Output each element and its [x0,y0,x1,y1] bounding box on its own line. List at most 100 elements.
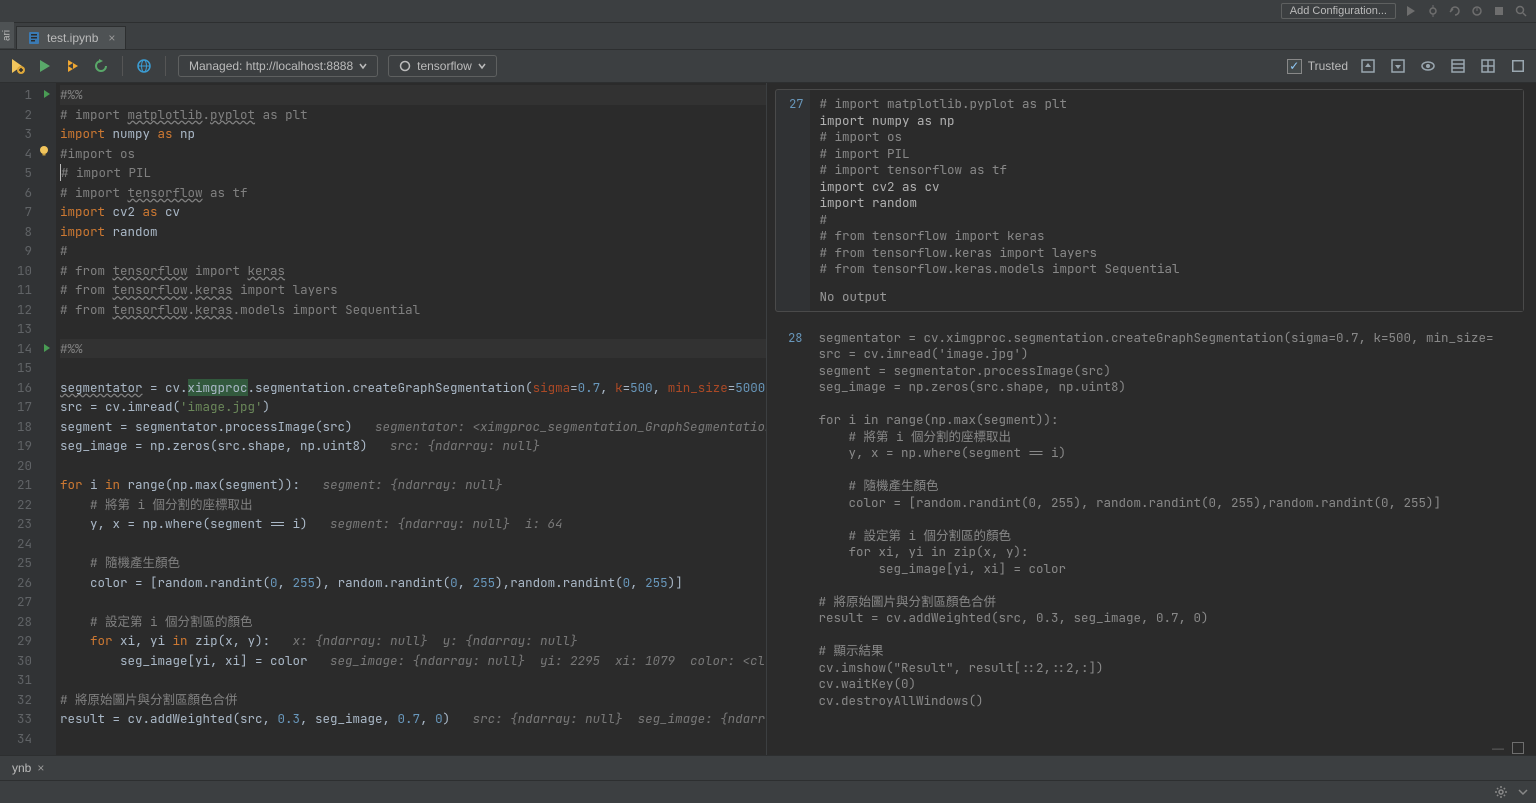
code-line[interactable]: # 將第 i 個分割的座標取出 [60,495,766,515]
code-line[interactable]: import random [60,222,766,242]
line-number[interactable]: 31 [0,670,56,690]
code-line[interactable]: y, x = np.where(segment == i) segment: {… [60,514,766,534]
chevron-down-icon[interactable] [1518,787,1528,797]
preview-toggle-button[interactable] [1418,56,1438,76]
line-number[interactable]: 9 [0,241,56,261]
stop-icon[interactable] [1492,4,1506,18]
line-number[interactable]: 5 [0,163,56,183]
line-number[interactable]: 16 [0,378,56,398]
line-number[interactable]: 6 [0,183,56,203]
left-stripe-tab[interactable]: ari [0,22,14,48]
editor-pane[interactable]: 1234567891011121314151617181920212223242… [0,83,767,755]
restart-kernel-button[interactable] [92,57,110,75]
preview-scroll[interactable]: 27# import matplotlib.pyplot as plt impo… [767,83,1533,741]
line-number[interactable]: 4 [0,144,56,164]
line-number[interactable]: 17 [0,397,56,417]
code-line[interactable] [60,534,766,554]
line-number[interactable]: 24 [0,534,56,554]
run-icon[interactable] [1404,4,1418,18]
line-number[interactable]: 20 [0,456,56,476]
bottom-tab[interactable]: ynb × [4,759,52,777]
code-line[interactable]: segmentator = cv.ximgproc.segmentation.c… [60,378,766,398]
line-number[interactable]: 27 [0,592,56,612]
line-number[interactable]: 15 [0,358,56,378]
line-number[interactable]: 8 [0,222,56,242]
code-line[interactable]: color = [random.randint(0, 255), random.… [60,573,766,593]
line-number[interactable]: 21 [0,475,56,495]
layout-3-button[interactable] [1508,56,1528,76]
move-cell-down-button[interactable] [1388,56,1408,76]
search-icon[interactable] [1514,4,1528,18]
code-line[interactable]: # 設定第 i 個分割區的顏色 [60,612,766,632]
code-editor[interactable]: #%%# import matplotlib.pyplot as pltimpo… [56,83,766,755]
code-line[interactable]: import cv2 as cv [60,202,766,222]
line-number[interactable]: 33 [0,709,56,729]
code-line[interactable]: #%% [60,339,766,359]
line-number[interactable]: 25 [0,553,56,573]
line-number[interactable]: 3 [0,124,56,144]
profiler-icon[interactable] [1470,4,1484,18]
line-number[interactable]: 2 [0,105,56,125]
run-all-button[interactable] [64,57,82,75]
code-line[interactable]: seg_image[yi, xi] = color seg_image: {nd… [60,651,766,671]
layout-1-button[interactable] [1448,56,1468,76]
code-line[interactable] [60,456,766,476]
line-number[interactable]: 26 [0,573,56,593]
line-number[interactable]: 11 [0,280,56,300]
code-line[interactable] [60,319,766,339]
code-line[interactable]: # import PIL [60,163,766,183]
cell-code[interactable]: # import matplotlib.pyplot as plt import… [810,90,1524,284]
code-line[interactable] [60,358,766,378]
line-number[interactable]: 19 [0,436,56,456]
line-number[interactable]: 22 [0,495,56,515]
code-line[interactable]: result = cv.addWeighted(src, 0.3, seg_im… [60,709,766,729]
code-line[interactable]: seg_image = np.zeros(src.shape, np.uint8… [60,436,766,456]
code-line[interactable]: import numpy as np [60,124,766,144]
preview-cell[interactable]: 27# import matplotlib.pyplot as plt impo… [775,89,1525,312]
code-line[interactable]: # from tensorflow.keras import layers [60,280,766,300]
code-line[interactable]: # [60,241,766,261]
line-number[interactable]: 1 [0,85,56,105]
add-configuration-button[interactable]: Add Configuration... [1281,3,1396,19]
debug-icon[interactable] [1426,4,1440,18]
env-select[interactable]: tensorflow [388,55,497,77]
file-tab-test-ipynb[interactable]: test.ipynb × [16,26,126,49]
move-cell-up-button[interactable] [1358,56,1378,76]
line-number[interactable]: 29 [0,631,56,651]
server-select[interactable]: Managed: http://localhost:8888 [178,55,378,77]
code-line[interactable]: #import os [60,144,766,164]
code-line[interactable]: # 隨機產生顏色 [60,553,766,573]
maximize-icon[interactable] [1512,742,1524,754]
code-line[interactable]: # 將原始圖片與分割區顏色合併 [60,690,766,710]
line-gutter[interactable]: 1234567891011121314151617181920212223242… [0,83,56,755]
add-cell-button[interactable] [8,57,26,75]
minimize-icon[interactable]: — [1492,741,1504,755]
code-line[interactable]: segment = segmentator.processImage(src) … [60,417,766,437]
line-number[interactable]: 34 [0,729,56,749]
run-cell-button[interactable] [36,57,54,75]
layout-2-button[interactable] [1478,56,1498,76]
preview-cell[interactable]: 28segmentator = cv.ximgproc.segmentation… [775,324,1525,716]
line-number[interactable]: 10 [0,261,56,281]
line-number[interactable]: 23 [0,514,56,534]
line-number[interactable]: 28 [0,612,56,632]
line-number[interactable]: 32 [0,690,56,710]
code-line[interactable]: # import matplotlib.pyplot as plt [60,105,766,125]
code-line[interactable]: for i in range(np.max(segment)): segment… [60,475,766,495]
open-browser-button[interactable] [135,57,153,75]
code-line[interactable]: src = cv.imread('image.jpg') [60,397,766,417]
code-line[interactable]: for xi, yi in zip(x, y): x: {ndarray: nu… [60,631,766,651]
code-line[interactable] [60,670,766,690]
code-line[interactable]: #%% [60,85,766,105]
line-number[interactable]: 7 [0,202,56,222]
code-line[interactable]: # from tensorflow.keras.models import Se… [60,300,766,320]
code-line[interactable]: # from tensorflow import keras [60,261,766,281]
coverage-icon[interactable] [1448,4,1462,18]
settings-icon[interactable] [1494,785,1508,799]
cell-code[interactable]: segmentator = cv.ximgproc.segmentation.c… [809,324,1525,716]
line-number[interactable]: 30 [0,651,56,671]
close-icon[interactable]: × [37,761,44,775]
close-icon[interactable]: × [108,31,115,45]
code-line[interactable] [60,729,766,749]
line-number[interactable]: 18 [0,417,56,437]
